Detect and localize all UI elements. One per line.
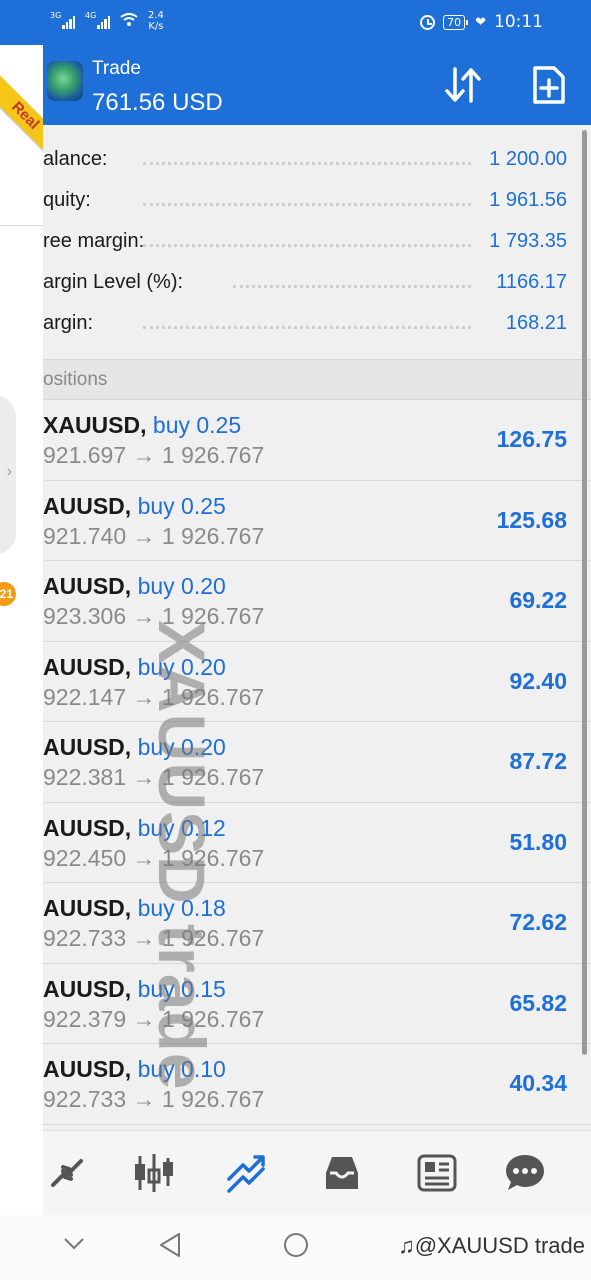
quotes-icon <box>51 1159 83 1187</box>
sort-button[interactable] <box>438 63 488 107</box>
position-row[interactable]: AUUSD, buy 0.20 923.306 → 1 926.767 69.2… <box>43 561 591 642</box>
scrollbar[interactable] <box>582 130 587 1055</box>
page-title: Trade <box>92 58 141 79</box>
chevron-right-icon: › <box>6 463 12 480</box>
drawer-handle[interactable]: › <box>0 395 16 555</box>
wifi-icon <box>120 12 138 31</box>
chart-candles-icon <box>135 1154 173 1192</box>
tab-charts[interactable] <box>130 1149 178 1197</box>
status-time: 10:11 <box>494 12 543 32</box>
history-inbox-icon <box>326 1157 358 1189</box>
position-row[interactable]: AUUSD, buy 0.25 921.740 → 1 926.767 125.… <box>43 481 591 561</box>
watermark-handle: ♫@XAUUSD trade <box>398 1233 585 1258</box>
tab-history[interactable] <box>318 1149 366 1197</box>
status-left: 3G 4G 2.4 K/s <box>50 10 164 32</box>
tab-messages[interactable] <box>501 1149 549 1197</box>
watermark-text: XAUUSD trade <box>145 620 219 1091</box>
summary-row-margin: argin: 168.21 <box>43 312 567 334</box>
position-row[interactable]: AUUSD, buy 0.10 922.733 → 1 926.767 40.3… <box>43 1044 591 1125</box>
battery-icon: 70 <box>443 14 469 30</box>
positions-list: XAUUSD, buy 0.25 921.697 → 1 926.767 126… <box>43 400 591 1125</box>
position-row[interactable]: AUUSD, buy 0.20 922.381 → 1 926.767 87.7… <box>43 722 591 803</box>
system-nav-bar: ♫@XAUUSD trade <box>0 1215 591 1280</box>
chevron-down-icon <box>64 1238 84 1250</box>
network-speed: 2.4 K/s <box>148 10 164 32</box>
tab-quotes[interactable] <box>43 1149 91 1197</box>
bottom-tab-bar <box>43 1130 591 1215</box>
tab-news[interactable] <box>413 1149 461 1197</box>
position-row[interactable]: AUUSD, buy 0.15 922.379 → 1 926.767 65.8… <box>43 964 591 1044</box>
new-document-icon <box>533 66 565 104</box>
summary-row-margin-level: argin Level (%): 1166.17 <box>43 271 567 293</box>
summary-row-equity: quity: 1 961.56 <box>43 189 567 211</box>
nav-home-button[interactable] <box>282 1231 310 1264</box>
metatrader-logo-icon[interactable] <box>47 61 83 101</box>
side-drawer-edge[interactable]: Real › 21 <box>0 45 72 1215</box>
summary-row-free-margin: ree margin: 1 793.35 <box>43 230 567 252</box>
nav-collapse-button[interactable] <box>62 1231 86 1260</box>
position-row[interactable]: XAUUSD, buy 0.25 921.697 → 1 926.767 126… <box>43 400 591 481</box>
position-row[interactable]: AUUSD, buy 0.18 922.733 → 1 926.767 72.6… <box>43 883 591 964</box>
chat-icon <box>506 1155 544 1190</box>
nav-back-button[interactable] <box>157 1231 183 1264</box>
signal-sim1-icon: 3G <box>50 11 75 29</box>
position-row[interactable]: AUUSD, buy 0.12 922.450 → 1 926.767 51.8… <box>43 803 591 883</box>
signal-sim2-icon: 4G <box>85 11 110 29</box>
news-icon <box>417 1154 457 1192</box>
alarm-icon <box>420 14 436 30</box>
home-circle-icon <box>284 1233 308 1257</box>
sort-arrows-icon <box>445 67 481 103</box>
drawer-divider <box>0 225 43 226</box>
notification-badge: 21 <box>0 582 16 606</box>
account-profit: 761.56 USD <box>92 89 223 116</box>
positions-section-header: ositions <box>43 359 591 400</box>
account-summary: alance: 1 200.00 quity: 1 961.56 ree mar… <box>43 125 591 344</box>
app-bar: Trade 761.56 USD <box>43 45 591 125</box>
trade-content[interactable]: alance: 1 200.00 quity: 1 961.56 ree mar… <box>43 125 591 1215</box>
tab-trade[interactable] <box>223 1149 271 1197</box>
power-saving-leaf-icon: ❤ <box>475 14 486 30</box>
status-bar: 3G 4G 2.4 K/s 70 ❤ 10:11 <box>0 0 591 45</box>
trade-icon <box>227 1155 265 1193</box>
summary-row-balance: alance: 1 200.00 <box>43 148 567 170</box>
tiktok-icon: ♫ <box>398 1233 415 1258</box>
position-row[interactable]: AUUSD, buy 0.20 922.147 → 1 926.767 92.4… <box>43 642 591 722</box>
status-right: 70 ❤ 10:11 <box>420 12 543 32</box>
back-triangle-icon <box>160 1233 180 1257</box>
new-order-button[interactable] <box>527 63 571 107</box>
